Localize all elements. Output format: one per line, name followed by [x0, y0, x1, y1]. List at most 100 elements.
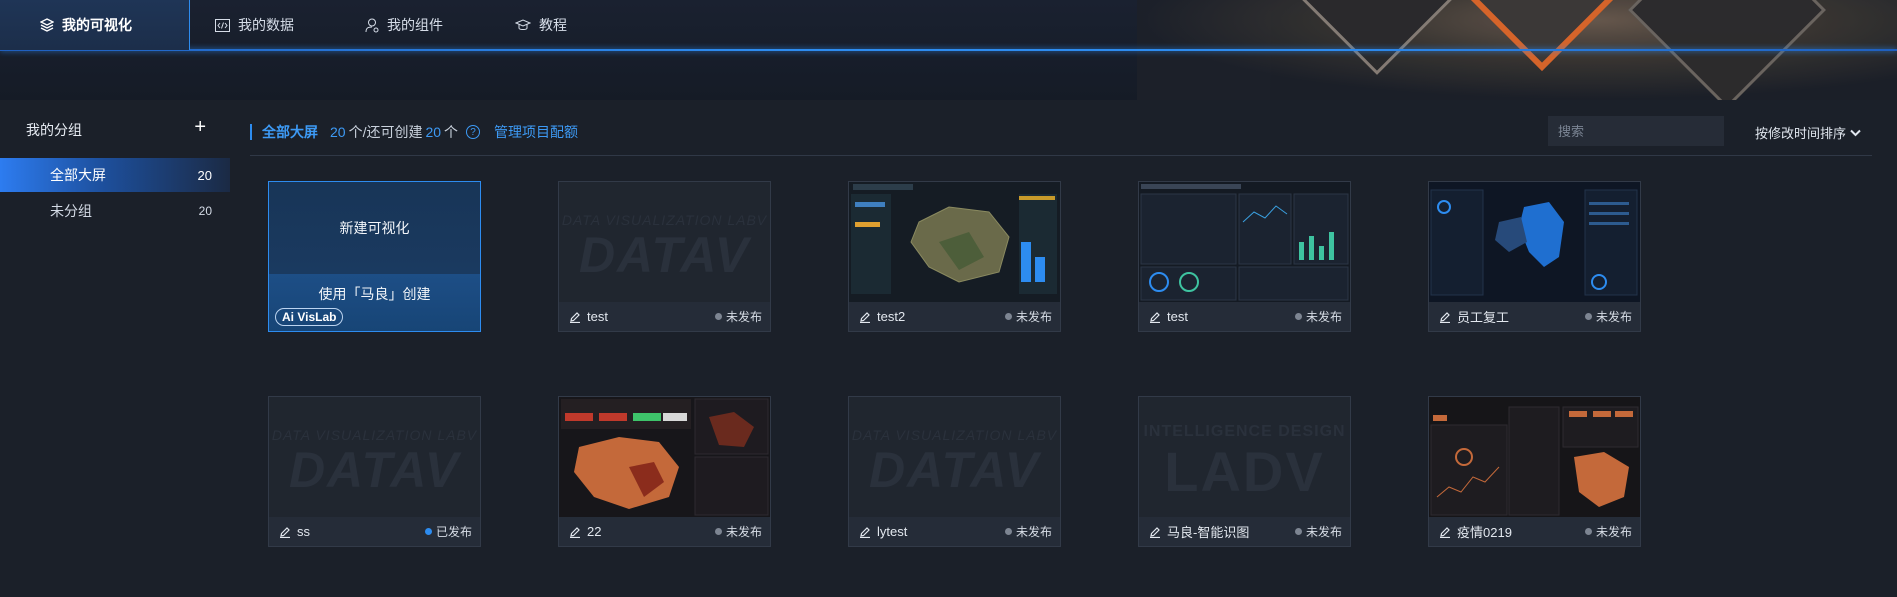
watermark-logo: DATAV — [868, 442, 1041, 498]
status-dot — [714, 528, 722, 535]
sidebar-item-label: 全部大屏 — [50, 167, 106, 183]
screen-card[interactable]: test2 未发布 — [848, 181, 1061, 332]
plus-icon[interactable]: + — [194, 117, 206, 140]
status-dot — [1584, 528, 1592, 535]
ai-create-button[interactable]: 使用「马良」创建 Ai VisLab — [269, 274, 480, 331]
code-icon — [215, 18, 230, 32]
card-thumbnail[interactable]: DATA VISUALIZATION LABV DATAV — [849, 397, 1060, 517]
card-name: 员工复工 — [1457, 310, 1510, 325]
status-text: 未发布 — [1305, 525, 1342, 539]
placeholder-thumbnail: DATA VISUALIZATION LABV DATAV — [559, 182, 770, 302]
sidebar-item-ungrouped[interactable]: 未分组 20 — [0, 194, 230, 228]
nav-label: 教程 — [539, 17, 567, 33]
edit-icon[interactable] — [1149, 526, 1161, 538]
card-title[interactable]: 疫情0219 — [1439, 522, 1512, 541]
card-name: 马良-智能识图 — [1167, 525, 1250, 540]
nav-my-data[interactable]: 我的数据 — [190, 0, 355, 50]
manage-quota-link[interactable]: 管理项目配额 — [494, 122, 578, 142]
status-text: 未发布 — [1595, 310, 1632, 324]
card-title[interactable]: ss — [279, 524, 310, 539]
nav-label: 我的数据 — [238, 17, 294, 33]
card-thumbnail[interactable]: DATA VISUALIZATION LABV DATAV — [559, 182, 770, 302]
edit-icon[interactable] — [1149, 311, 1161, 323]
edit-icon[interactable] — [1439, 311, 1451, 323]
status-dot — [1294, 313, 1302, 320]
card-footer: 马良-智能识图 未发布 — [1139, 517, 1350, 546]
nav-my-components[interactable]: 我的组件 — [355, 0, 515, 50]
sort-dropdown[interactable]: 按修改时间排序 — [1755, 123, 1861, 142]
card-thumbnail[interactable] — [849, 182, 1060, 302]
screen-card[interactable]: DATA VISUALIZATION LABV DATAV test 未发布 — [558, 181, 771, 332]
screen-card[interactable]: DATA VISUALIZATION LABV DATAV lytest 未发布 — [848, 396, 1061, 547]
card-footer: test 未发布 — [559, 302, 770, 331]
sidebar: 我的分组 + 全部大屏 20 未分组 20 — [0, 100, 230, 597]
dashboard-preview — [851, 184, 1057, 294]
status-dot — [1004, 313, 1012, 320]
placeholder-thumbnail: INTELLIGENCE DESIGN LADV — [1139, 397, 1350, 517]
ai-vislab-logo: Ai VisLab — [275, 308, 344, 326]
chevron-down-icon — [1850, 129, 1861, 136]
card-thumbnail[interactable] — [1139, 182, 1350, 302]
status-text: 未发布 — [1015, 525, 1052, 539]
card-thumbnail[interactable] — [1429, 182, 1640, 302]
screen-card[interactable]: test 未发布 — [1138, 181, 1351, 332]
screen-card[interactable]: 疫情0219 未发布 — [1428, 396, 1641, 547]
dashboard-preview — [1430, 189, 1638, 296]
status-badge: 未发布 — [1584, 523, 1632, 540]
dashboard-thumbnail — [1429, 182, 1640, 302]
status-dot — [714, 313, 722, 320]
card-title[interactable]: test — [1149, 309, 1188, 324]
search-input[interactable] — [1558, 123, 1734, 139]
nav-tutorial[interactable]: 教程 — [515, 0, 675, 50]
sidebar-title: 我的分组 — [26, 122, 82, 138]
graduation-cap-icon — [515, 18, 531, 30]
card-footer: 疫情0219 未发布 — [1429, 517, 1640, 546]
card-title[interactable]: test — [569, 309, 608, 324]
screen-card[interactable]: 22 未发布 — [558, 396, 771, 547]
remain-count: 20 — [425, 124, 442, 140]
card-title[interactable]: test2 — [859, 309, 905, 324]
status-dot — [424, 528, 432, 535]
status-badge: 未发布 — [1584, 308, 1632, 325]
card-title[interactable]: 22 — [569, 524, 601, 539]
card-thumbnail[interactable]: DATA VISUALIZATION LABV DATAV — [269, 397, 480, 517]
screen-card[interactable]: INTELLIGENCE DESIGN LADV 马良-智能识图 未发布 — [1138, 396, 1351, 547]
edit-icon[interactable] — [279, 526, 291, 538]
crumb-marker — [250, 124, 252, 140]
sidebar-item-all[interactable]: 全部大屏 20 — [0, 158, 230, 192]
edit-icon[interactable] — [1439, 526, 1451, 538]
screen-card[interactable]: 员工复工 未发布 — [1428, 181, 1641, 332]
create-visualization-button[interactable]: 新建可视化 — [269, 182, 480, 274]
dashboard-preview — [561, 398, 769, 516]
card-title[interactable]: 员工复工 — [1439, 307, 1509, 326]
dashboard-preview — [1140, 184, 1349, 301]
sidebar-header: 我的分组 + — [26, 117, 206, 140]
card-footer: 员工复工 未发布 — [1429, 302, 1640, 331]
sidebar-item-count: 20 — [198, 204, 212, 218]
card-thumbnail[interactable]: INTELLIGENCE DESIGN LADV — [1139, 397, 1350, 517]
user-component-icon — [365, 18, 379, 32]
watermark-logo: DATAV — [288, 442, 461, 498]
watermark-logo: LADV — [1164, 440, 1325, 503]
card-title[interactable]: 马良-智能识图 — [1149, 522, 1249, 541]
card-name: test2 — [877, 309, 906, 324]
status-text: 未发布 — [1305, 310, 1342, 324]
status-text: 已发布 — [435, 525, 472, 539]
status-badge: 未发布 — [1004, 523, 1052, 540]
placeholder-thumbnail: DATA VISUALIZATION LABV DATAV — [849, 397, 1060, 517]
search-box — [1548, 116, 1734, 146]
watermark-logo: DATAV — [578, 227, 751, 283]
edit-icon[interactable] — [859, 311, 871, 323]
status-dot — [1004, 528, 1012, 535]
dashboard-thumbnail — [849, 182, 1060, 302]
card-thumbnail[interactable] — [1429, 397, 1640, 517]
card-thumbnail[interactable] — [559, 397, 770, 517]
card-title[interactable]: lytest — [859, 524, 907, 539]
screen-card[interactable]: DATA VISUALIZATION LABV DATAV ss 已发布 — [268, 396, 481, 547]
nav-label: 我的可视化 — [62, 17, 132, 33]
edit-icon[interactable] — [569, 311, 581, 323]
edit-icon[interactable] — [569, 526, 581, 538]
help-icon[interactable]: ? — [466, 125, 481, 139]
edit-icon[interactable] — [859, 526, 871, 538]
nav-my-visualizations[interactable]: 我的可视化 — [0, 0, 190, 50]
